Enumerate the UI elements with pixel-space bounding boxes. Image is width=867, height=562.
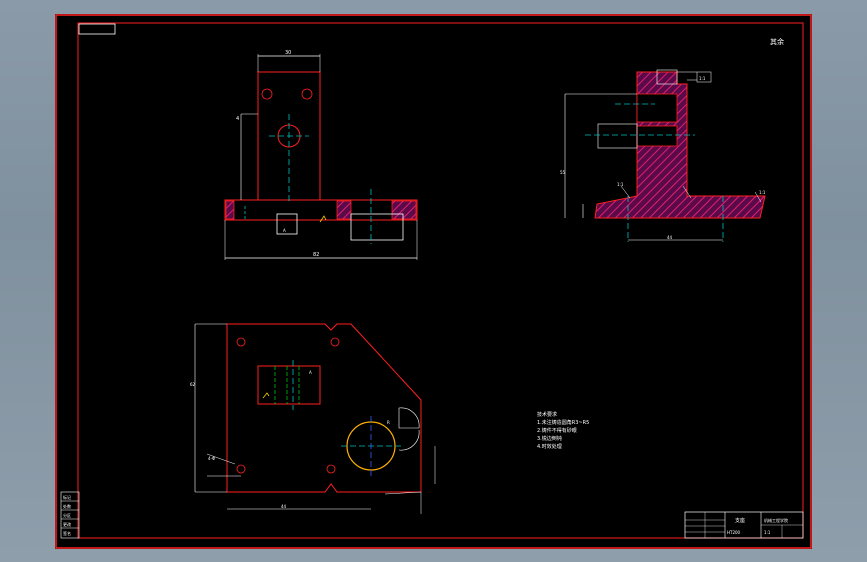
inner-frame bbox=[77, 22, 804, 539]
title-block: 支座 HT200 机械工程学院 1:1 bbox=[684, 511, 804, 539]
svg-text:1:1: 1:1 bbox=[764, 530, 771, 535]
front-top-dim: 30 bbox=[285, 50, 291, 56]
svg-text:签名: 签名 bbox=[63, 530, 71, 536]
plan-view bbox=[194, 323, 436, 514]
svg-text:3.锐边倒钝: 3.锐边倒钝 bbox=[537, 435, 562, 442]
plan-hole-note: 4-Φ bbox=[208, 456, 215, 461]
svg-text:支座: 支座 bbox=[735, 517, 745, 524]
svg-text:标记: 标记 bbox=[63, 494, 71, 500]
roughness-mark: 其余 bbox=[770, 37, 784, 46]
side-flange-right: 1:1 bbox=[759, 190, 766, 195]
svg-text:机械工程学院: 机械工程学院 bbox=[764, 517, 788, 523]
front-slot-label: A bbox=[283, 228, 286, 233]
plan-left-dim: 62 bbox=[190, 382, 196, 387]
svg-text:2.铸件不得有砂眼: 2.铸件不得有砂眼 bbox=[537, 427, 577, 434]
side-height-dim: 55 bbox=[560, 170, 566, 175]
technical-notes: 技术要求 1.未注铸造圆角R3~R5 2.铸件不得有砂眼 3.锐边倒钝 4.时效… bbox=[537, 411, 589, 450]
front-left-dim: 4 bbox=[236, 116, 239, 122]
front-bottom-dim: 82 bbox=[313, 252, 319, 258]
cad-viewport[interactable]: 其余 30 4 82 A 1:1 1:1 1:1 44 55 A 62 4-Φ … bbox=[55, 14, 812, 549]
svg-text:1.未注铸造圆角R3~R5: 1.未注铸造圆角R3~R5 bbox=[537, 419, 589, 426]
svg-text:更改: 更改 bbox=[63, 521, 71, 527]
drawing-number-box bbox=[78, 23, 116, 35]
svg-text:4.时效处理: 4.时效处理 bbox=[537, 443, 562, 450]
svg-text:HT200: HT200 bbox=[727, 530, 741, 535]
outer-frame bbox=[55, 14, 812, 549]
plan-bottom-dim: 44 bbox=[281, 504, 287, 509]
side-top-dim: 1:1 bbox=[699, 76, 706, 81]
svg-text:分区: 分区 bbox=[63, 512, 71, 518]
svg-text:处数: 处数 bbox=[63, 503, 71, 509]
side-bottom-dim: 44 bbox=[667, 235, 673, 240]
side-flange-left: 1:1 bbox=[617, 182, 624, 187]
side-section-view bbox=[564, 69, 766, 242]
revision-table: 标记 处数 分区 更改 签名 bbox=[60, 491, 80, 539]
plan-hole-label: A bbox=[309, 370, 312, 375]
svg-text:技术要求: 技术要求 bbox=[537, 411, 557, 418]
drawing-canvas: 其余 30 4 82 A 1:1 1:1 1:1 44 55 A 62 4-Φ … bbox=[55, 14, 812, 549]
plan-right-dim: R bbox=[387, 420, 390, 425]
front-view bbox=[224, 54, 418, 260]
